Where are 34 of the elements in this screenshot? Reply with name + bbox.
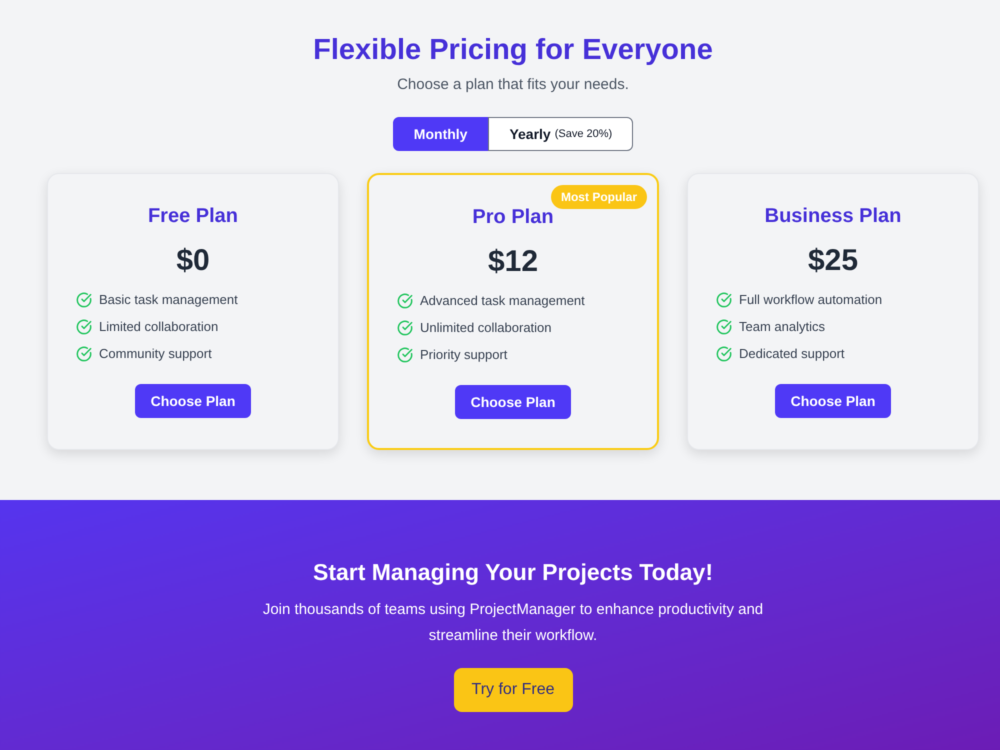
- check-circle-icon: [397, 320, 413, 336]
- check-circle-icon: [397, 293, 413, 309]
- check-circle-icon: [716, 346, 732, 362]
- feature-text: Basic task management: [99, 291, 238, 309]
- check-circle-icon: [76, 319, 92, 335]
- check-circle-icon: [397, 347, 413, 363]
- feature-text: Full workflow automation: [739, 291, 882, 309]
- feature-text: Team analytics: [739, 318, 825, 336]
- feature-text: Limited collaboration: [99, 318, 218, 336]
- feature-text: Advanced task management: [420, 292, 585, 310]
- feature-text: Priority support: [420, 346, 508, 364]
- check-circle-icon: [716, 292, 732, 308]
- cta-title: Start Managing Your Projects Today!: [312, 558, 713, 587]
- plan-name: Business Plan: [764, 204, 902, 229]
- cta-text: Join thousands of teams using ProjectManager to enhance productivity and streamline their workflow.: [262, 600, 764, 646]
- plan-price: $0: [176, 243, 210, 279]
- check-circle-icon: [716, 319, 732, 335]
- billing-tab[interactable]: Yearly (Save 20%): [488, 117, 634, 151]
- plan-name: Free Plan: [148, 204, 238, 229]
- choose-plan-button[interactable]: Choose Plan: [775, 384, 891, 418]
- feature-text: Dedicated support: [739, 345, 845, 363]
- plan-price: $12: [488, 244, 538, 280]
- page-subtitle: Choose a plan that fits your needs.: [397, 75, 629, 95]
- choose-plan-button[interactable]: Choose Plan: [455, 385, 571, 419]
- popular-badge: Most Popular: [550, 185, 647, 209]
- check-circle-icon: [76, 292, 92, 308]
- plan-price: $25: [808, 243, 858, 279]
- try-free-button[interactable]: Try for Free: [454, 668, 572, 712]
- feature-text: Unlimited collaboration: [420, 319, 552, 337]
- feature-text: Community support: [99, 345, 212, 363]
- check-circle-icon: [76, 346, 92, 362]
- choose-plan-button[interactable]: Choose Plan: [135, 384, 251, 418]
- page-title: Flexible Pricing for Everyone: [313, 33, 713, 68]
- billing-tab[interactable]: Monthly: [392, 117, 488, 151]
